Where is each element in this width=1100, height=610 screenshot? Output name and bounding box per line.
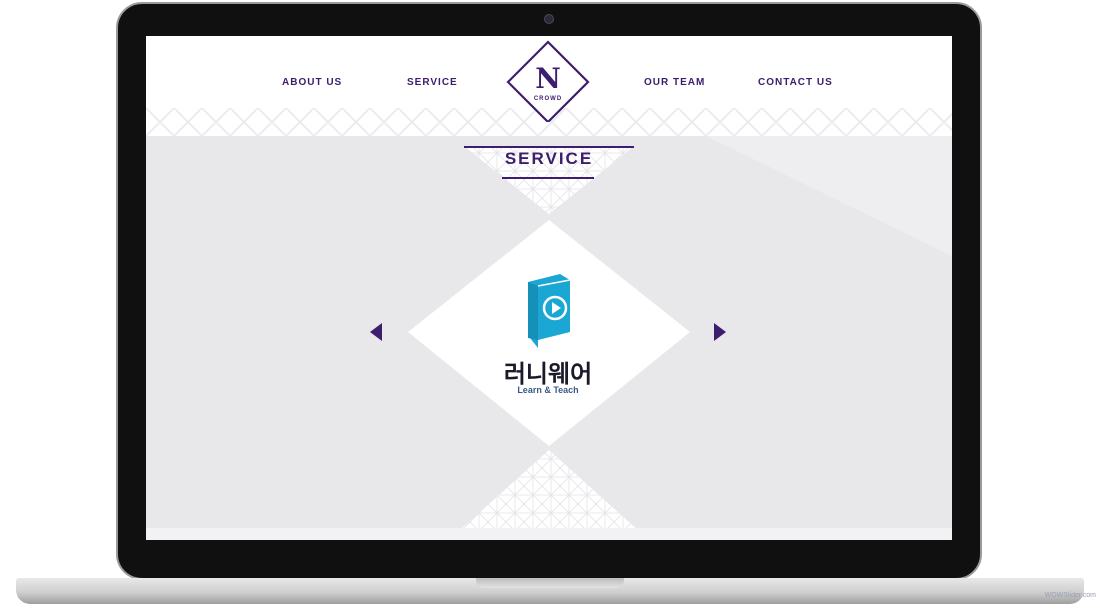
- svg-text:CROWD: CROWD: [534, 96, 562, 102]
- webcam-icon: [544, 14, 554, 24]
- slider-next-arrow-icon[interactable]: [714, 323, 726, 341]
- slider-prev-arrow-icon[interactable]: [370, 323, 382, 341]
- top-navbar: ABOUT US SERVICE OUR TEAM CONTACT US N C…: [146, 36, 952, 136]
- book-play-icon: [528, 274, 571, 348]
- slide-subtitle: Learn & Teach: [517, 385, 579, 395]
- section-title-rule-top: [464, 146, 634, 148]
- ncrowd-logo[interactable]: N CROWD: [505, 36, 591, 122]
- nav-contact-us[interactable]: CONTACT US: [758, 77, 833, 88]
- nav-about-us[interactable]: ABOUT US: [282, 77, 342, 88]
- section-title: SERVICE: [504, 149, 594, 168]
- section-title-rule-bottom: [502, 177, 594, 179]
- svg-text:N: N: [535, 62, 561, 95]
- slide-title: 러니웨어: [503, 360, 593, 388]
- nav-service[interactable]: SERVICE: [407, 77, 458, 88]
- nav-our-team[interactable]: OUR TEAM: [644, 77, 705, 88]
- laptop-hinge-notch: [476, 578, 624, 588]
- watermark: WOWSlider.com: [1044, 592, 1096, 599]
- website-screen: ABOUT US SERVICE OUR TEAM CONTACT US N C…: [146, 36, 952, 540]
